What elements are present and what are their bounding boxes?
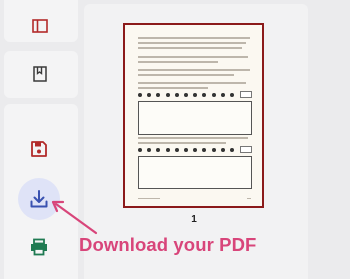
download-callout-text: Download your PDF [79, 234, 257, 255]
panel-toggle-button[interactable] [30, 16, 50, 36]
bookmark-icon [33, 66, 47, 82]
page-number-label: 1 [191, 214, 197, 225]
print-icon [31, 238, 47, 256]
save-icon [31, 141, 47, 157]
download-button[interactable] [18, 178, 60, 220]
print-button[interactable] [27, 236, 51, 258]
download-icon [30, 190, 48, 208]
app-root: 1 Download your PDF [0, 0, 350, 279]
bookmark-button[interactable] [30, 64, 50, 84]
page-thumbnail[interactable] [123, 23, 264, 208]
save-button[interactable] [28, 138, 50, 160]
panel-toggle-icon [32, 19, 48, 33]
